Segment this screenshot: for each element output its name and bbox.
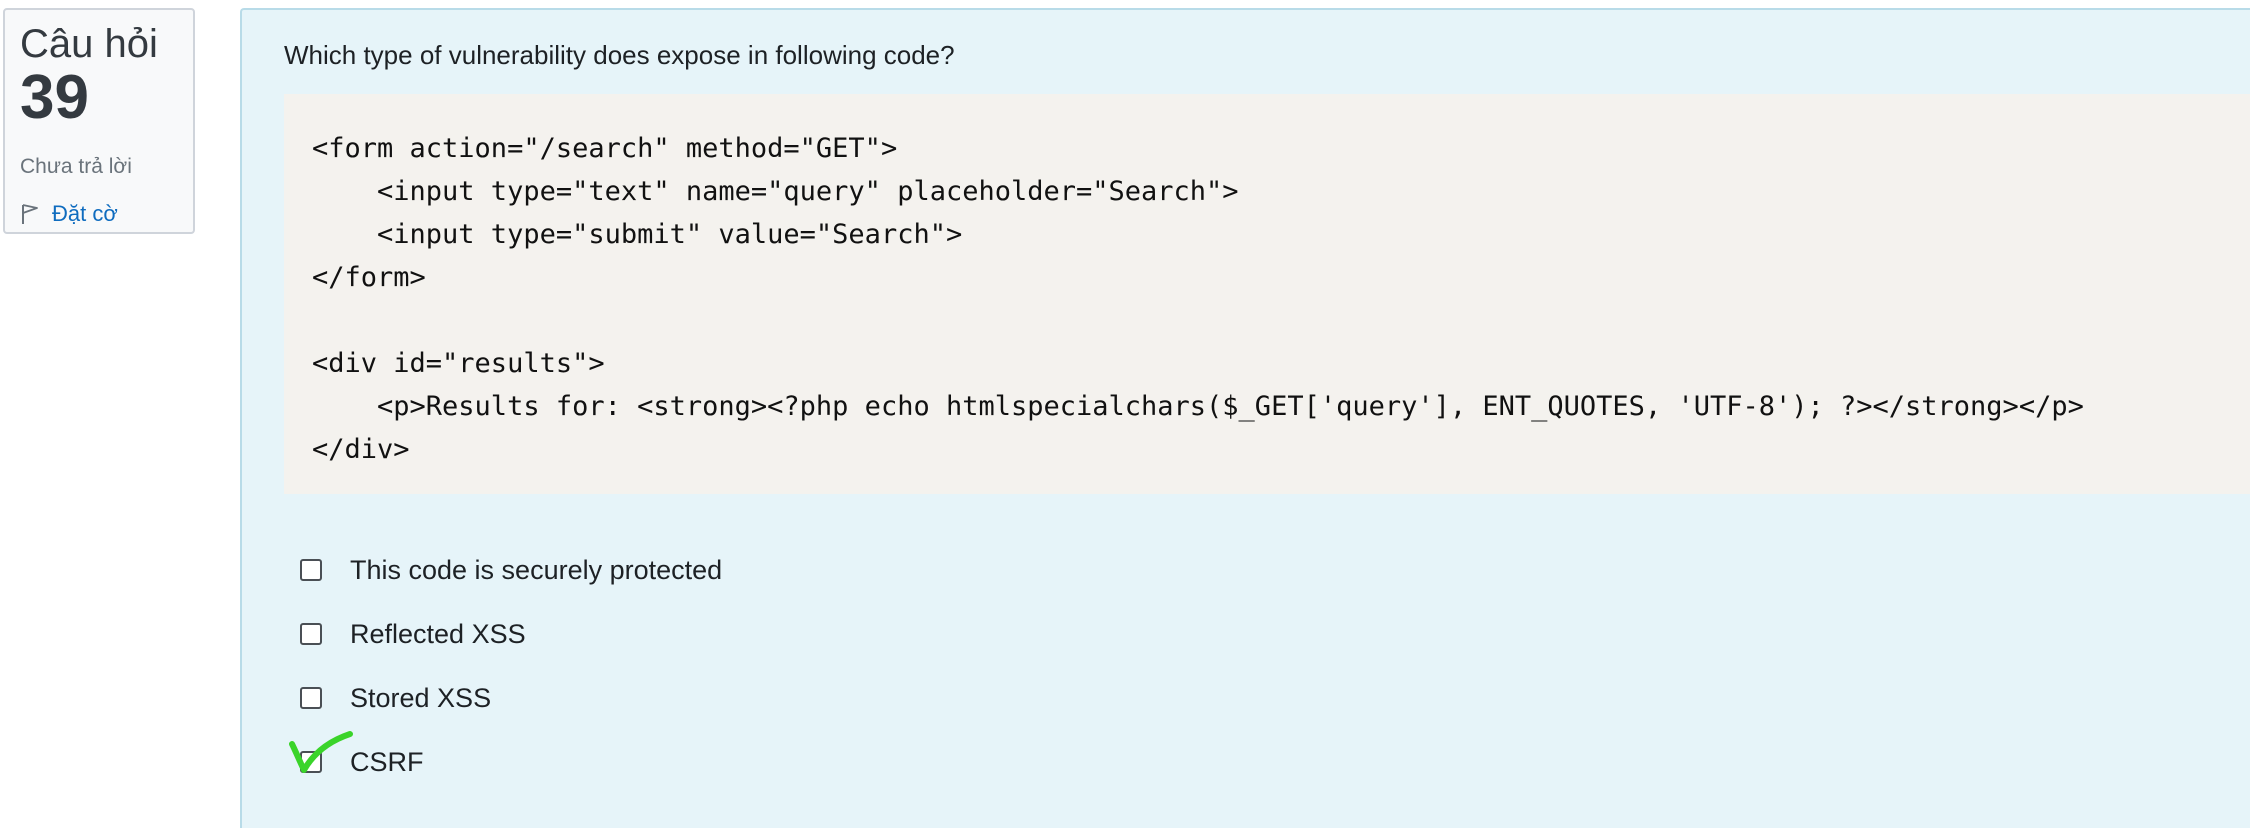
answer-label: Stored XSS [350, 682, 492, 713]
code-line: </div> [312, 434, 410, 465]
flag-question-button[interactable]: Đặt cờ [20, 201, 178, 227]
answer-label: CSRF [350, 746, 424, 777]
answer-label: This code is securely protected [350, 554, 723, 585]
question-state: Chưa trả lời [20, 155, 132, 178]
code-line: <form action="/search" method="GET"> [312, 133, 898, 164]
answer-option[interactable]: This code is securely protected [300, 538, 722, 602]
question-number: 39 [20, 63, 89, 132]
question-content: Which type of vulnerability does expose … [240, 8, 2250, 828]
answer-checkbox[interactable] [300, 751, 322, 773]
question-info-panel: Câu hỏi 39 Chưa trả lời Đặt cờ [3, 8, 195, 234]
answer-option[interactable]: Stored XSS [300, 666, 722, 730]
flag-label: Đặt cờ [52, 201, 118, 226]
answer-option[interactable]: CSRF [300, 730, 722, 794]
answer-checkbox[interactable] [300, 623, 322, 645]
answer-checkbox[interactable] [300, 687, 322, 709]
code-line: <p>Results for: <strong><?php echo htmls… [312, 391, 2084, 422]
code-block: <form action="/search" method="GET"> <in… [284, 94, 2250, 494]
answer-checkbox[interactable] [300, 559, 322, 581]
answer-options: This code is securely protected Reflecte… [300, 538, 722, 794]
question-text: Which type of vulnerability does expose … [284, 40, 955, 70]
answer-option[interactable]: Reflected XSS [300, 602, 722, 666]
question-label: Câu hỏi [20, 22, 158, 66]
code-line: <input type="text" name="query" placehol… [312, 176, 1239, 207]
flag-icon [22, 204, 38, 224]
code-line: <div id="results"> [312, 348, 605, 379]
code-line: <input type="submit" value="Search"> [312, 219, 963, 250]
answer-label: Reflected XSS [350, 618, 526, 649]
code-line: </form> [312, 262, 426, 293]
